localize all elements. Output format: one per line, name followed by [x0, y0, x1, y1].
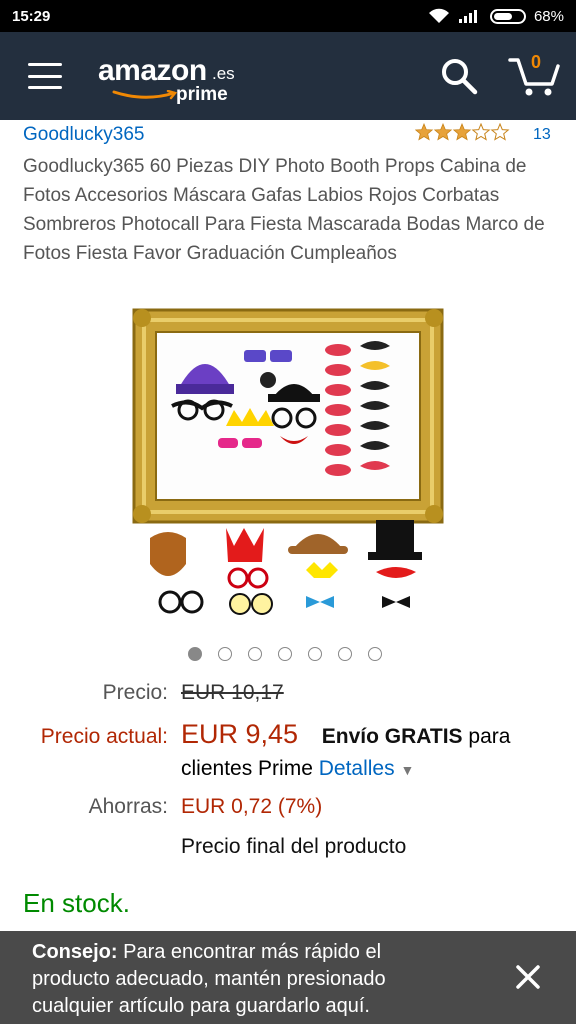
review-count[interactable]: 13: [533, 126, 551, 144]
amazon-prime-logo[interactable]: amazon .es prime: [98, 46, 248, 106]
carousel-dot[interactable]: [218, 647, 232, 661]
savings-label: Ahorras:: [88, 795, 168, 818]
close-icon[interactable]: [511, 960, 545, 994]
signal-icon: [458, 10, 477, 23]
carousel-dot[interactable]: [248, 647, 262, 661]
carousel-dot[interactable]: [188, 647, 202, 661]
shipping-line: clientes Prime Detalles ▼: [181, 757, 414, 781]
status-bar: 15:29 68%: [0, 0, 576, 32]
logo-prime-text: prime: [176, 84, 228, 105]
current-price-value: EUR 9,45: [181, 719, 299, 749]
battery-icon: [489, 8, 526, 24]
tip-text: Consejo: Para encontrar más rápido el pr…: [32, 939, 462, 1020]
carousel-dot[interactable]: [338, 647, 352, 661]
header-actions: 0: [440, 52, 560, 98]
tip-toast: Consejo: Para encontrar más rápido el pr…: [0, 931, 576, 1024]
product-detail: Goodlucky365 13 Goodlucky365 60 Piezas D…: [0, 120, 576, 918]
shipping-prime-text: clientes Prime: [181, 757, 313, 780]
details-link[interactable]: Detalles: [319, 757, 395, 780]
shipping-rest-text: para: [468, 725, 511, 748]
star-rating-icon: [415, 123, 509, 141]
logo-domain-text: .es: [212, 64, 235, 83]
search-icon[interactable]: [440, 57, 478, 95]
free-shipping-text: Envío GRATIS: [321, 725, 463, 748]
tip-lead: Consejo:: [32, 941, 118, 963]
product-image[interactable]: [130, 306, 450, 626]
current-price-label: Precio actual:: [40, 725, 168, 748]
rating-stars[interactable]: [415, 123, 511, 141]
status-time: 15:29: [12, 7, 51, 25]
carousel-dot[interactable]: [278, 647, 292, 661]
chevron-down-icon[interactable]: ▼: [400, 762, 414, 778]
brand-row: Goodlucky365: [0, 120, 576, 152]
cart-button[interactable]: 0: [508, 52, 560, 98]
carousel-dots: [188, 647, 382, 661]
current-price-line: EUR 9,45 Envío GRATIS para: [181, 719, 510, 750]
stock-status: En stock.: [23, 888, 130, 918]
final-price-note: Precio final del producto: [181, 835, 407, 858]
list-price-label: Precio:: [102, 681, 168, 704]
brand-link[interactable]: Goodlucky365: [23, 124, 144, 146]
battery-level: 68%: [533, 7, 564, 25]
logo-amazon-text: amazon: [98, 54, 207, 87]
product-title: Goodlucky365 60 Piezas DIY Photo Booth P…: [23, 156, 545, 264]
savings-value: EUR 0,72 (7%): [181, 795, 323, 818]
carousel-dot[interactable]: [368, 647, 382, 661]
cart-count: 0: [531, 52, 542, 72]
wifi-icon: [428, 8, 449, 23]
menu-icon[interactable]: [28, 63, 62, 89]
smile-arrow-icon: [112, 90, 178, 100]
status-icons: 68%: [428, 8, 564, 25]
list-price-value: EUR 10,17: [181, 681, 284, 704]
carousel-dot[interactable]: [308, 647, 322, 661]
app-header: amazon .es prime 0: [0, 32, 576, 120]
